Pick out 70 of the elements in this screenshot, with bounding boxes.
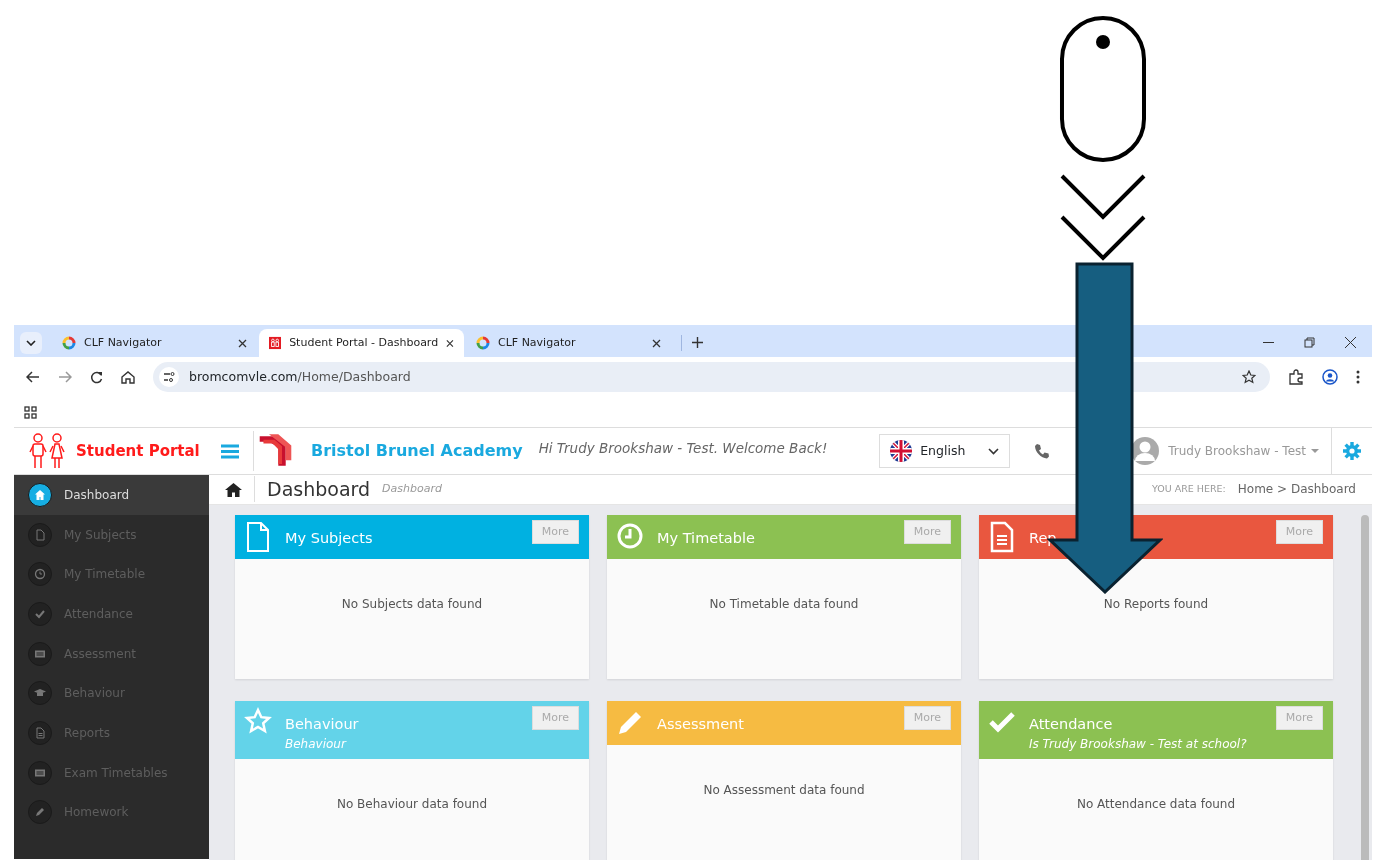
restore-icon[interactable] [1304, 337, 1315, 348]
empty-message: No Assessment data found [703, 782, 865, 797]
url-text: bromcomvle.com/Home/Dashboard [189, 367, 411, 386]
empty-message: No Reports found [1103, 596, 1209, 611]
empty-message: No Subjects data found [341, 596, 483, 611]
greeting-text: Hi Trudy Brookshaw - Test. Welcome Back! [538, 439, 828, 458]
card-title: Behaviour [285, 714, 359, 734]
page-subtitle: Dashboard [382, 481, 442, 497]
mouse-icon [1059, 15, 1147, 163]
caret-icon [1311, 448, 1319, 454]
more-button[interactable]: More [1275, 519, 1323, 544]
clock-icon [34, 568, 46, 581]
more-button[interactable]: More [903, 519, 951, 544]
language-select[interactable]: English [879, 434, 1011, 468]
site-settings-icon [159, 367, 179, 387]
menu-icon[interactable] [1356, 370, 1360, 384]
extensions-icon[interactable] [1288, 369, 1304, 385]
chevron-down-icon [1059, 173, 1147, 261]
settings-icon[interactable] [1343, 442, 1361, 460]
app-title: Student Portal [76, 440, 200, 462]
user-menu[interactable]: Trudy Brookshaw - Test [1168, 442, 1306, 460]
ring-logo-icon [62, 336, 76, 350]
browser-tab[interactable]: CLF Navigator [52, 329, 257, 357]
card-subtitle: Behaviour [285, 736, 348, 754]
empty-message: No Attendance data found [1076, 797, 1236, 812]
school-name: Bristol Brunel Academy [311, 440, 523, 462]
browser-tab[interactable]: Student Portal - Dashboard [259, 329, 464, 357]
document-icon [34, 528, 46, 541]
card-subtitle: Is Trudy Brookshaw - Test at school? [1029, 736, 1247, 754]
scrollbar[interactable] [1361, 514, 1369, 860]
close-icon [652, 338, 661, 348]
students-logo-icon [28, 431, 68, 471]
back-icon[interactable] [26, 371, 40, 383]
close-icon [446, 338, 454, 348]
new-tab-icon[interactable] [692, 337, 703, 348]
card-title: My Subjects [285, 528, 373, 548]
phone-icon[interactable] [1034, 443, 1051, 459]
chevron-down-icon [26, 340, 36, 346]
breadcrumb[interactable]: Home > Dashboard [1237, 480, 1356, 499]
breadcrumb-label: YOU ARE HERE: [1151, 482, 1226, 497]
empty-message: No Timetable data found [709, 596, 859, 611]
card-title: My Timetable [657, 528, 755, 548]
card-title: Assessment [657, 714, 744, 734]
browser-tab[interactable]: CLF Navigator [466, 329, 671, 357]
home-icon [34, 488, 46, 501]
close-icon[interactable] [1345, 337, 1356, 348]
more-button[interactable]: More [531, 705, 579, 730]
ring-logo-icon [476, 336, 490, 350]
home-icon[interactable] [121, 370, 135, 384]
profile-icon[interactable] [1322, 369, 1338, 385]
page-title: Dashboard [267, 477, 371, 502]
star-icon[interactable] [1242, 370, 1256, 384]
empty-message: No Behaviour data found [336, 797, 488, 812]
tab-search-button[interactable] [20, 332, 42, 354]
sidebar-item[interactable]: Dashboard [14, 475, 209, 515]
close-icon [238, 338, 247, 348]
uk-flag-icon [890, 440, 913, 462]
forward-icon[interactable] [58, 371, 72, 383]
more-button[interactable]: More [903, 705, 951, 730]
document-icon [34, 726, 46, 739]
more-button[interactable]: More [1275, 705, 1323, 730]
card-title: Attendance [1029, 714, 1114, 734]
portal-logo-icon [269, 336, 282, 350]
pencil-icon [34, 806, 46, 819]
reload-icon[interactable] [90, 370, 103, 384]
address-bar[interactable]: bromcomvle.com/Home/Dashboard [153, 362, 1270, 392]
home-icon[interactable] [225, 481, 242, 497]
apps-icon[interactable] [24, 405, 37, 419]
more-button[interactable]: More [531, 519, 579, 544]
chevron-down-icon [988, 447, 1000, 455]
